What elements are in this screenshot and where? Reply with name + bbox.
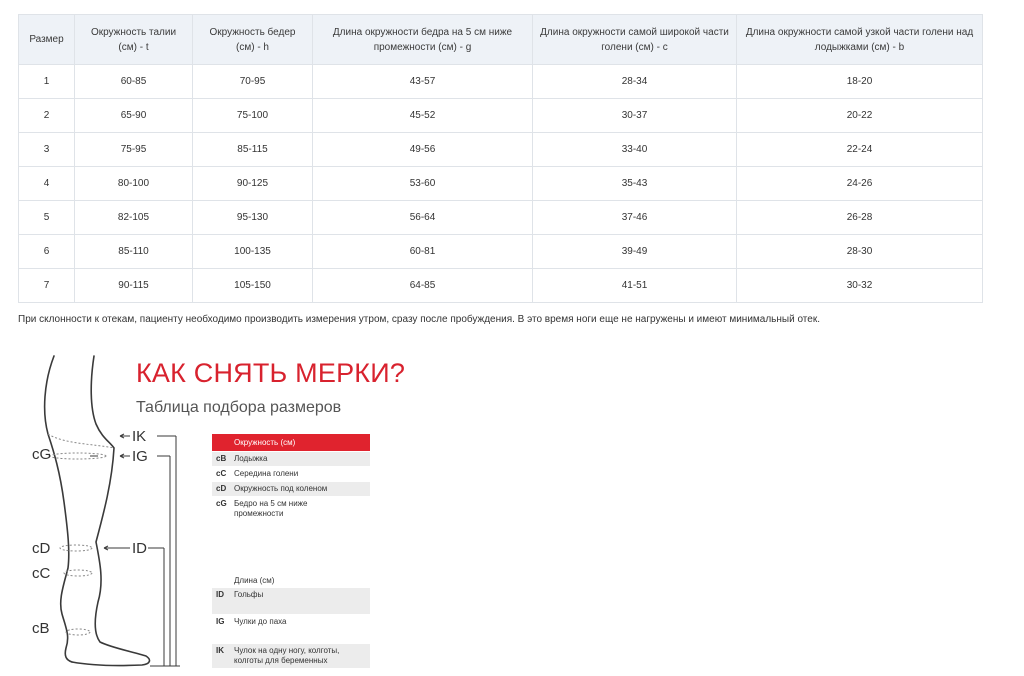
table-cell: 37-46 xyxy=(532,200,737,235)
table-cell: 26-28 xyxy=(736,200,983,235)
table-cell: 85-110 xyxy=(74,234,193,269)
legend-row: IK Чулок на одну ногу, колготы, колготы … xyxy=(212,644,370,668)
legend-row: cD Окружность под коленом xyxy=(212,482,370,496)
table-cell: 64-85 xyxy=(312,268,533,303)
circumference-header: Окружность (см) xyxy=(212,434,370,451)
label-cD: cD xyxy=(32,540,51,557)
table-row: 1 60-85 70-95 43-57 28-34 18-20 xyxy=(18,64,983,99)
table-cell: 3 xyxy=(18,132,75,167)
table-cell: 28-34 xyxy=(532,64,737,99)
header-hips: Окружность бедер (см) - h xyxy=(192,14,313,65)
table-cell: 2 xyxy=(18,98,75,133)
table-cell: 7 xyxy=(18,268,75,303)
legend-code: cD xyxy=(216,484,227,493)
table-cell: 39-49 xyxy=(532,234,737,269)
table-cell: 1 xyxy=(18,64,75,99)
length-header: Длина (см) xyxy=(234,576,275,585)
table-cell: 60-85 xyxy=(74,64,193,99)
legend-row: ID Гольфы xyxy=(212,588,370,614)
table-cell: 75-95 xyxy=(74,132,193,167)
circumference-legend: Окружность (см) cB Лодыжка cC Середина г… xyxy=(212,434,370,521)
legend-row: cC Середина голени xyxy=(212,467,370,481)
legend-label: Гольфы xyxy=(234,590,264,599)
guide-subtitle: Таблица подбора размеров xyxy=(136,399,342,416)
table-row: 5 82-105 95-130 56-64 37-46 26-28 xyxy=(18,200,983,235)
label-ID: ID xyxy=(132,540,147,557)
table-cell: 80-100 xyxy=(74,166,193,201)
table-cell: 41-51 xyxy=(532,268,737,303)
table-cell: 33-40 xyxy=(532,132,737,167)
table-cell: 70-95 xyxy=(192,64,313,99)
table-row: 4 80-100 90-125 53-60 35-43 24-26 xyxy=(18,166,983,201)
table-cell: 43-57 xyxy=(312,64,533,99)
legend-label: Окружность под коленом xyxy=(234,484,328,493)
label-cG: cG xyxy=(32,446,52,463)
table-cell: 6 xyxy=(18,234,75,269)
table-cell: 90-115 xyxy=(74,268,193,303)
header-size: Размер xyxy=(18,14,75,65)
table-cell: 22-24 xyxy=(736,132,983,167)
table-cell: 56-64 xyxy=(312,200,533,235)
table-row: 6 85-110 100-135 60-81 39-49 28-30 xyxy=(18,234,983,269)
table-cell: 65-90 xyxy=(74,98,193,133)
legend-row: cB Лодыжка xyxy=(212,452,370,466)
table-cell: 100-135 xyxy=(192,234,313,269)
table-cell: 24-26 xyxy=(736,166,983,201)
table-cell: 30-32 xyxy=(736,268,983,303)
measurement-note: При склонности к отекам, пациенту необхо… xyxy=(18,314,820,325)
table-cell: 4 xyxy=(18,166,75,201)
size-table: Размер Окружность талии (см) - t Окружно… xyxy=(18,14,983,303)
table-row: 7 90-115 105-150 64-85 41-51 30-32 xyxy=(18,268,983,303)
header-calf-narrow: Длина окружности самой узкой части голен… xyxy=(736,14,983,65)
label-cC: cC xyxy=(32,565,51,582)
legend-code: cC xyxy=(216,469,227,478)
table-cell: 105-150 xyxy=(192,268,313,303)
table-cell: 5 xyxy=(18,200,75,235)
table-header-row: Размер Окружность талии (см) - t Окружно… xyxy=(18,14,983,65)
table-cell: 49-56 xyxy=(312,132,533,167)
table-cell: 60-81 xyxy=(312,234,533,269)
measurement-guide: cG cD cC cB IK IG ID КАК СНЯТЬ МЕРКИ? Та… xyxy=(24,352,444,676)
table-cell: 35-43 xyxy=(532,166,737,201)
legend-label: Чулок на одну ногу, колготы, колготы для… xyxy=(234,646,340,665)
legend-row: cG Бедро на 5 см ниже промежности xyxy=(212,497,370,521)
table-cell: 20-22 xyxy=(736,98,983,133)
table-cell: 53-60 xyxy=(312,166,533,201)
table-row: 3 75-95 85-115 49-56 33-40 22-24 xyxy=(18,132,983,167)
label-IG: IG xyxy=(132,448,148,465)
header-waist: Окружность талии (см) - t xyxy=(74,14,193,65)
legend-code: ID xyxy=(216,590,224,599)
table-cell: 95-130 xyxy=(192,200,313,235)
legend-code: cB xyxy=(216,454,227,463)
table-cell: 90-125 xyxy=(192,166,313,201)
table-cell: 28-30 xyxy=(736,234,983,269)
table-cell: 75-100 xyxy=(192,98,313,133)
legend-label: Середина голени xyxy=(234,469,299,478)
legend-label: Лодыжка xyxy=(234,454,268,463)
legend-label: Чулки до паха xyxy=(234,617,287,626)
table-row: 2 65-90 75-100 45-52 30-37 20-22 xyxy=(18,98,983,133)
legend-row: IG Чулки до паха xyxy=(212,615,370,643)
header-calf-wide: Длина окружности самой широкой части гол… xyxy=(532,14,737,65)
table-cell: 82-105 xyxy=(74,200,193,235)
legend-code: cG xyxy=(216,499,227,508)
table-cell: 85-115 xyxy=(192,132,313,167)
header-thigh: Длина окружности бедра на 5 см ниже пром… xyxy=(312,14,533,65)
guide-title: КАК СНЯТЬ МЕРКИ? xyxy=(136,358,406,388)
legend-label: Бедро на 5 см ниже промежности xyxy=(234,499,308,518)
table-cell: 30-37 xyxy=(532,98,737,133)
table-cell: 45-52 xyxy=(312,98,533,133)
label-IK: IK xyxy=(132,428,147,445)
table-cell: 18-20 xyxy=(736,64,983,99)
legend-code: IG xyxy=(216,617,225,626)
label-cB: cB xyxy=(32,620,50,637)
legend-code: IK xyxy=(216,646,224,655)
length-legend: Длина (см) ID Гольфы IG Чулки до паха IK… xyxy=(212,574,370,668)
